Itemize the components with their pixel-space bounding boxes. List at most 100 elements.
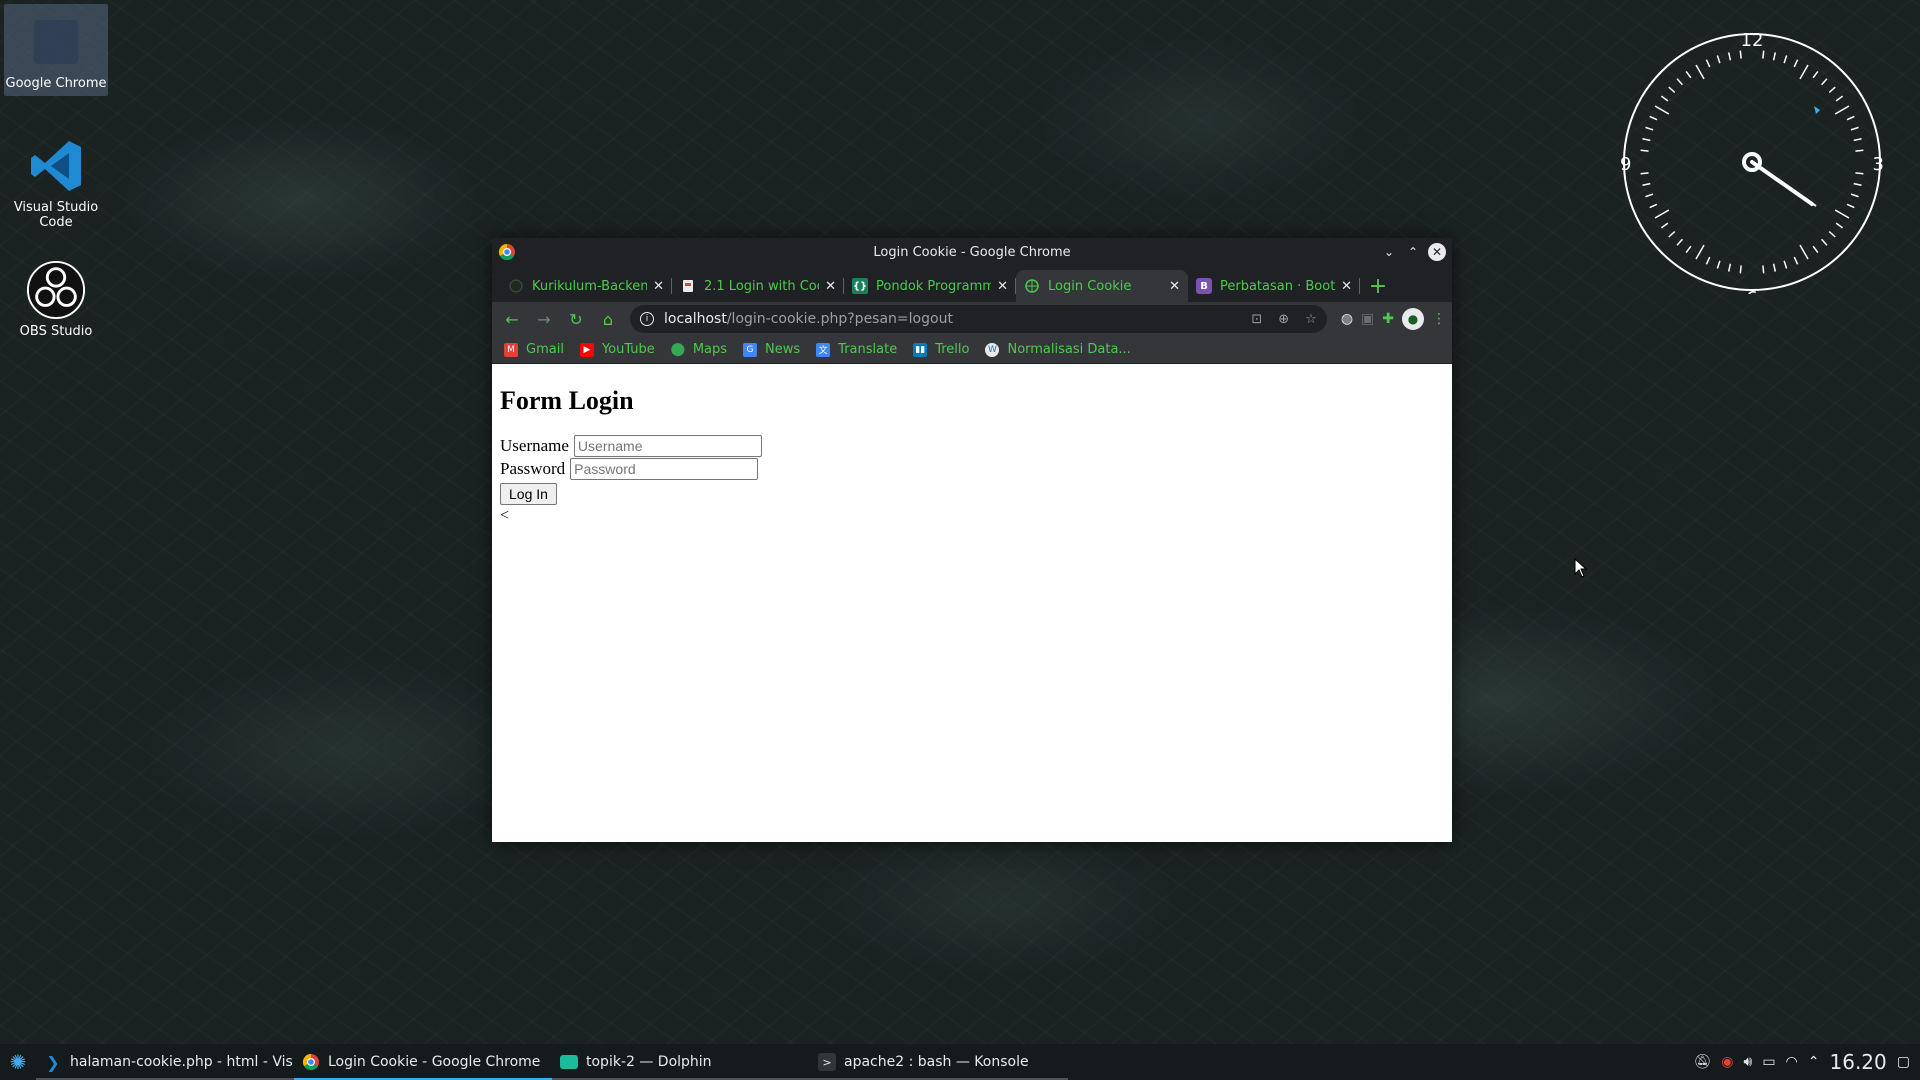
analog-clock-widget: 12 3 6 9 [1620, 30, 1884, 309]
volume-icon[interactable]: 🔊︎ [1743, 1054, 1752, 1070]
tab-close-icon[interactable]: ✕ [653, 279, 664, 294]
zoom-icon[interactable]: ⊕ [1278, 312, 1289, 327]
home-icon[interactable]: ⌂ [594, 305, 622, 333]
clock-tick [1705, 59, 1711, 68]
clock-tick [1716, 55, 1721, 64]
tab-pondok-programmer[interactable]: {} Pondok Programmer ✕ [844, 270, 1016, 302]
bootstrap-icon: B [1196, 278, 1212, 294]
profile-avatar[interactable]: ● [1402, 308, 1424, 330]
clock-tick [1642, 182, 1651, 187]
tab-perbatasan-bootstrap[interactable]: B Perbatasan · Bootstrap ✕ [1188, 270, 1360, 302]
menu-kebab-icon[interactable]: ⋮ [1432, 311, 1446, 327]
clock-second-marker [1814, 106, 1820, 114]
notifications-off-icon[interactable]: 🔕︎ [1693, 1054, 1711, 1070]
extension-globe-icon[interactable]: ◍ [1341, 311, 1353, 327]
clock-tick [1821, 78, 1828, 86]
tab-close-icon[interactable]: ✕ [997, 279, 1008, 294]
clock-tick [1793, 59, 1799, 68]
clock-tick [1676, 238, 1683, 246]
gmail-icon: M [504, 342, 518, 357]
clock-number-12: 12 [1741, 30, 1764, 51]
clock-tick [1793, 256, 1799, 265]
desktop-icon-vscode[interactable]: Visual Studio Code [4, 128, 108, 230]
taskbar: ✺ ❯ halaman-cookie.php - html - Visual..… [0, 1044, 1920, 1080]
tab-title: Perbatasan · Bootstrap [1220, 278, 1336, 294]
bookmark-youtube[interactable]: ▶ YouTube [579, 342, 655, 357]
tab-login-cookie[interactable]: Login Cookie ✕ [1016, 270, 1188, 302]
desktop-icon-google-chrome[interactable]: Google Chrome [4, 4, 108, 96]
window-titlebar[interactable]: Login Cookie - Google Chrome ⌄ ⌃ ✕ [492, 238, 1452, 266]
network-wifi-icon[interactable]: ◠ [1786, 1054, 1798, 1070]
bookmark-translate[interactable]: 文 Translate [816, 342, 897, 357]
clock-tick [1762, 50, 1765, 59]
task-chrome[interactable]: Login Cookie - Google Chrome [294, 1044, 552, 1080]
clock-tick [1716, 260, 1721, 269]
login-button[interactable]: Log In [500, 483, 557, 505]
chrome-icon [302, 1053, 320, 1071]
bookmark-trello[interactable]: ▮▮ Trello [913, 342, 969, 357]
chrome-icon [26, 12, 86, 72]
bookmark-maps[interactable]: ⬤ Maps [670, 342, 728, 357]
clock-tick [1642, 137, 1651, 142]
taskbar-clock[interactable]: 16.20 [1830, 1050, 1887, 1074]
desktop-icon-obs[interactable]: OBS Studio [4, 252, 108, 339]
tab-login-with-cookie[interactable]: 2.1 Login with Cookie ✕ [672, 270, 844, 302]
clock-tick [1727, 52, 1732, 61]
clock-tick [1834, 105, 1850, 115]
forward-arrow-icon[interactable]: → [530, 305, 558, 333]
back-arrow-icon[interactable]: ← [498, 305, 526, 333]
folder-icon [560, 1055, 578, 1069]
clock-tick [1853, 182, 1862, 187]
application-launcher-icon[interactable]: ✺ [0, 1050, 36, 1074]
site-info-icon[interactable]: i [640, 312, 654, 326]
desktop-icon-label: OBS Studio [19, 324, 93, 339]
tray-expand-icon[interactable]: ⌃ [1808, 1054, 1820, 1070]
clock-tick [1668, 86, 1676, 93]
tab-kurikulum-backend[interactable]: Kurikulum-Backend ✕ [500, 270, 672, 302]
clock-tick [1640, 149, 1649, 152]
new-tab-button[interactable]: + [1364, 270, 1392, 302]
reload-icon[interactable]: ↻ [562, 305, 590, 333]
bookmark-normalisasi-data[interactable]: W Normalisasi Data... [985, 342, 1131, 357]
password-input[interactable] [570, 457, 759, 480]
window-minimize-button[interactable]: ⌄ [1380, 243, 1398, 261]
display-icon[interactable]: ▭ [1762, 1054, 1775, 1070]
address-bar[interactable]: i localhost/login-cookie.php?pesan=logou… [630, 305, 1327, 333]
window-maximize-button[interactable]: ⌃ [1404, 243, 1422, 261]
clock-tick [1828, 86, 1836, 93]
clock-tick [1835, 222, 1844, 229]
show-desktop-icon[interactable]: ▢ [1897, 1054, 1910, 1070]
browser-toolbar: ← → ↻ ⌂ i localhost/login-cookie.php?pes… [492, 302, 1452, 336]
bookmark-star-icon[interactable]: ☆ [1305, 312, 1317, 327]
clock-tick [1850, 193, 1859, 198]
extension-screen-icon[interactable]: ▣ [1361, 311, 1374, 327]
clock-tick [1855, 149, 1864, 152]
bookmark-gmail[interactable]: M Gmail [504, 342, 564, 357]
clock-tick [1853, 137, 1862, 142]
clock-minute-hand [1751, 161, 1817, 207]
tab-close-icon[interactable]: ✕ [825, 279, 836, 294]
chrome-tray-icon[interactable]: ◉ [1721, 1054, 1733, 1070]
clock-tick [1772, 263, 1777, 272]
clock-tick [1855, 172, 1864, 175]
clock-tick [1645, 193, 1654, 198]
tab-close-icon[interactable]: ✕ [1169, 279, 1180, 294]
tab-close-icon[interactable]: ✕ [1341, 279, 1352, 294]
window-close-button[interactable]: ✕ [1428, 243, 1446, 261]
clock-tick [1676, 78, 1683, 86]
task-dolphin[interactable]: topik-2 — Dolphin [552, 1044, 810, 1080]
task-vscode[interactable]: ❯ halaman-cookie.php - html - Visual... [36, 1044, 294, 1080]
desktop-icon-label: Visual Studio Code [13, 200, 99, 230]
translate-icon: 文 [816, 342, 831, 357]
maps-icon: ⬤ [670, 342, 686, 357]
username-input[interactable] [573, 434, 762, 457]
news-icon: G [743, 342, 758, 357]
clock-tick [1850, 126, 1859, 131]
clock-tick [1834, 209, 1850, 219]
task-konsole[interactable]: > apache2 : bash — Konsole [810, 1044, 1068, 1080]
clock-tick [1705, 256, 1711, 265]
clock-tick [1654, 209, 1670, 219]
bookmark-news[interactable]: G News [743, 342, 800, 357]
extensions-puzzle-icon[interactable]: ✚ [1382, 311, 1394, 327]
translate-icon[interactable]: ⊡ [1251, 312, 1262, 327]
